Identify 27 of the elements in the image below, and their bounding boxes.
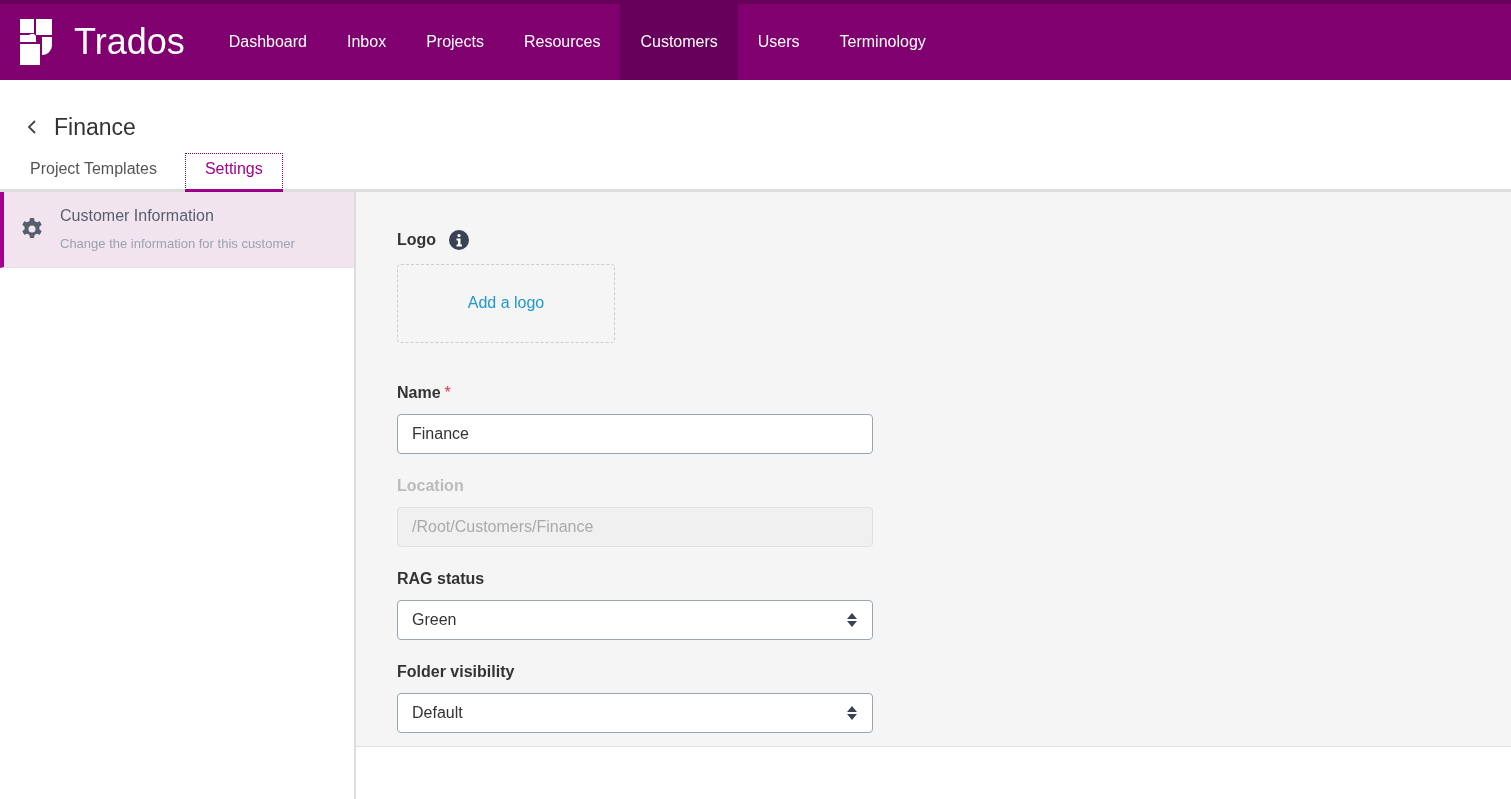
back-icon[interactable] — [26, 119, 38, 136]
sort-icon — [846, 704, 858, 721]
field-label: Location — [397, 475, 464, 496]
info-icon[interactable] — [448, 228, 471, 251]
logo-label: Logo — [397, 229, 437, 250]
settings-icon — [20, 217, 44, 241]
nav-item[interactable]: Inbox — [327, 4, 407, 80]
nav-item[interactable]: Projects — [406, 4, 504, 80]
field-label: Folder visibility — [397, 661, 515, 682]
required-mark: * — [444, 382, 451, 403]
sort-icon — [846, 611, 858, 628]
sidebar-item-title: Customer Information — [60, 206, 215, 227]
page-title: Finance — [54, 113, 136, 142]
brand-name: Trados — [74, 24, 185, 60]
sidebar-item-subtitle: Change the information for this customer — [60, 235, 295, 254]
nav-item[interactable]: Dashboard — [208, 4, 327, 80]
sidebar-item[interactable]: Customer Information Change the information for this customer — [0, 191, 354, 268]
field-label: Name — [397, 382, 441, 403]
select-field[interactable]: Green — [397, 599, 873, 640]
text-field[interactable]: Finance — [397, 413, 873, 454]
field-label: RAG status — [397, 568, 485, 589]
nav-item[interactable]: Customers — [620, 4, 738, 80]
nav-item[interactable]: Resources — [503, 4, 621, 80]
nav-item[interactable]: Users — [737, 4, 820, 80]
select-field[interactable]: Default — [397, 692, 873, 733]
tab[interactable]: Project Templates — [30, 156, 157, 192]
nav-item[interactable]: Terminology — [819, 4, 946, 80]
